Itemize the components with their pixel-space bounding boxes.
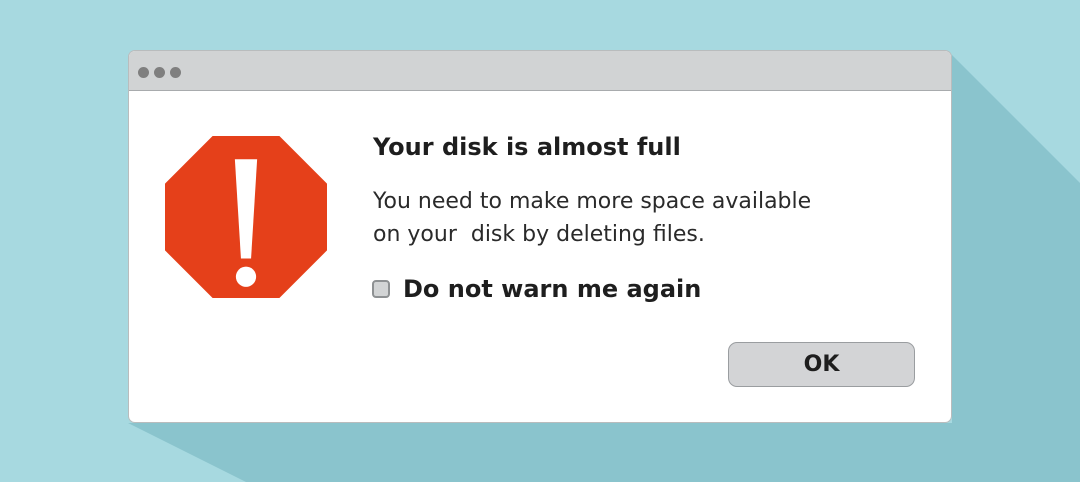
alert-dialog-window: Your disk is almost full You need to mak… — [128, 50, 952, 423]
dialog-message: You need to make more space available on… — [373, 185, 833, 251]
dont-warn-again-option[interactable]: Do not warn me again — [372, 271, 701, 307]
dont-warn-again-checkbox[interactable] — [372, 280, 390, 298]
window-control-dot-zoom[interactable] — [170, 67, 181, 78]
dialog-message-line: You need to make more space available — [373, 189, 812, 214]
window-control-dot-close[interactable] — [138, 67, 149, 78]
window-control-dot-minimize[interactable] — [154, 67, 165, 78]
ok-button[interactable]: OK — [728, 342, 915, 387]
stop-warning-icon — [165, 136, 327, 298]
dialog-message-line: on your disk by deleting files. — [373, 222, 705, 247]
dialog-title: Your disk is almost full — [373, 133, 681, 161]
dont-warn-again-label[interactable]: Do not warn me again — [403, 275, 701, 303]
title-bar — [129, 51, 951, 91]
